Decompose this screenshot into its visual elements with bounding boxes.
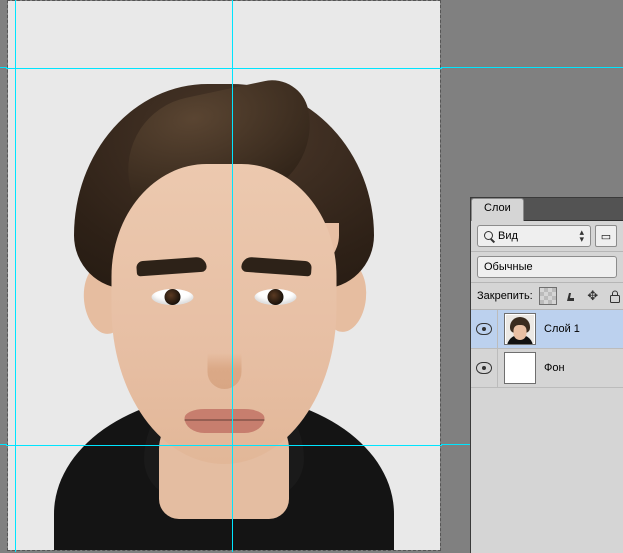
- chevron-updown-icon: ▴▾: [579, 229, 584, 243]
- eye-icon: [476, 362, 492, 374]
- workspace: Слои Вид ▴▾ ▭ Обычные Закрепить:: [0, 0, 623, 553]
- filter-pictogram-button[interactable]: ▭: [595, 225, 617, 247]
- layer-filter-row: Вид ▴▾ ▭: [471, 221, 623, 252]
- lock-position-icon[interactable]: ✥: [585, 288, 601, 304]
- tab-layers[interactable]: Слои: [471, 198, 524, 221]
- guide-horizontal[interactable]: [6, 445, 442, 446]
- layer-thumbnail[interactable]: [504, 352, 536, 384]
- layer-name[interactable]: Фон: [542, 362, 623, 374]
- guide-horizontal[interactable]: [6, 68, 442, 69]
- layer-visibility-toggle[interactable]: [471, 310, 498, 348]
- blend-mode-value: Обычные: [484, 261, 533, 273]
- blend-mode-row: Обычные: [471, 252, 623, 283]
- guide-vertical[interactable]: [232, 0, 233, 552]
- guide-vertical[interactable]: [15, 0, 16, 552]
- lock-all-icon[interactable]: [607, 288, 623, 304]
- search-icon: [484, 231, 494, 241]
- lock-row: Закрепить: ✥: [471, 283, 623, 310]
- canvas-background: [8, 1, 440, 550]
- layer-row[interactable]: Фон: [471, 349, 623, 388]
- layer-filter-kind[interactable]: Вид ▴▾: [477, 225, 591, 247]
- eye-icon: [476, 323, 492, 335]
- tab-label: Слои: [484, 202, 511, 214]
- lock-label: Закрепить:: [477, 290, 533, 302]
- layer-filter-label: Вид: [498, 230, 518, 242]
- layers-panel: Слои Вид ▴▾ ▭ Обычные Закрепить:: [470, 197, 623, 553]
- layers-list: Слой 1 Фон: [471, 310, 623, 388]
- layer-row[interactable]: Слой 1: [471, 310, 623, 349]
- portrait-image: [54, 74, 394, 550]
- panel-tabs: Слои: [471, 198, 623, 221]
- blend-mode-select[interactable]: Обычные: [477, 256, 617, 278]
- layer-visibility-toggle[interactable]: [471, 349, 498, 387]
- lock-transparency-icon[interactable]: [539, 287, 557, 305]
- layer-thumbnail[interactable]: [504, 313, 536, 345]
- document-canvas[interactable]: [7, 0, 441, 551]
- lock-pixels-icon[interactable]: [563, 288, 579, 304]
- layer-name[interactable]: Слой 1: [542, 323, 623, 335]
